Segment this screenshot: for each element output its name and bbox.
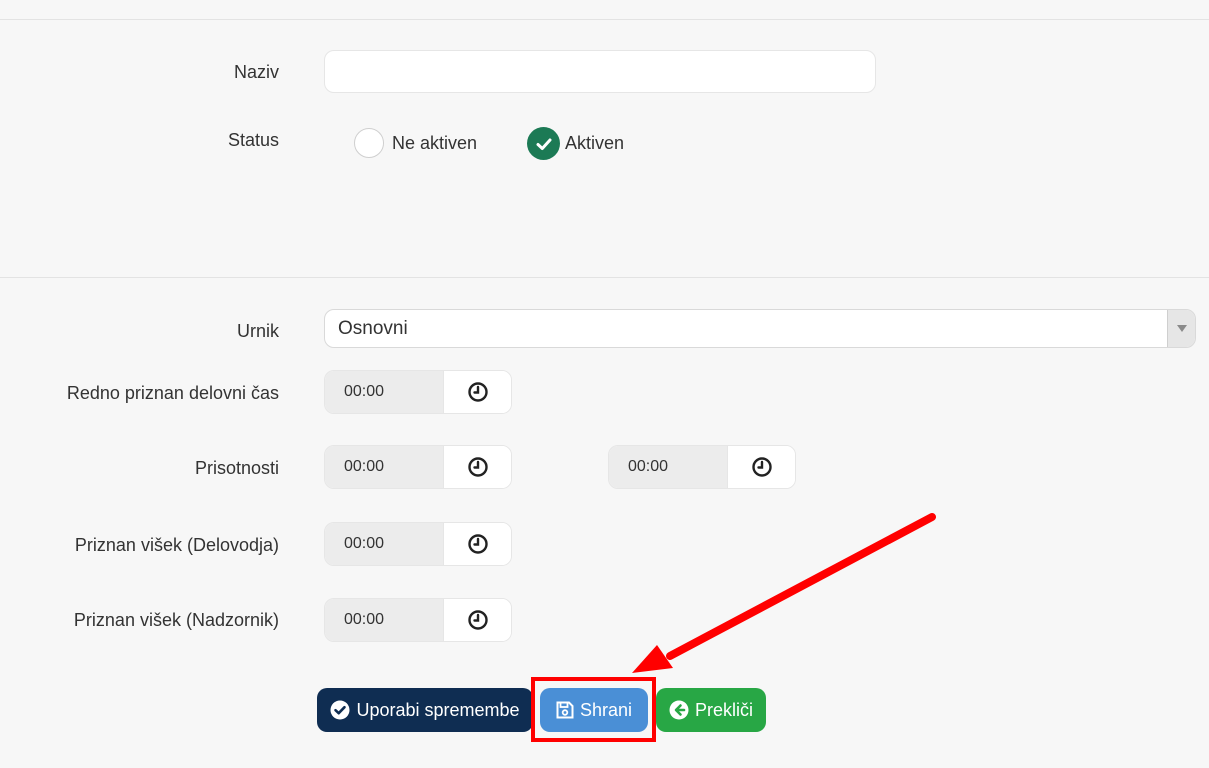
- naziv-label: Naziv: [233, 62, 279, 82]
- status-label: Status: [227, 130, 279, 150]
- prisotnosti-to-input[interactable]: 00:00: [609, 446, 728, 488]
- redno-time-field[interactable]: 00:00: [324, 370, 512, 414]
- check-circle-icon: [330, 700, 350, 720]
- naziv-input[interactable]: [324, 50, 876, 93]
- section-divider: [0, 277, 1209, 278]
- visek-delovodja-field[interactable]: 00:00: [324, 522, 512, 566]
- urnik-label: Urnik: [236, 321, 279, 341]
- arrow-circle-left-icon: [669, 700, 689, 720]
- prisotnosti-from-button[interactable]: [444, 446, 511, 488]
- radio-checked-icon[interactable]: [527, 127, 560, 160]
- select-toggle[interactable]: [1167, 310, 1195, 347]
- caret-down-icon: [1176, 324, 1187, 332]
- visek-delovodja-label: Priznan višek (Delovodja): [74, 535, 279, 555]
- prisotnosti-from-field[interactable]: 00:00: [324, 445, 512, 489]
- clock-icon: [467, 610, 488, 630]
- redno-time-input[interactable]: 00:00: [325, 371, 444, 413]
- top-divider: [0, 19, 1209, 20]
- visek-nadzornik-input[interactable]: 00:00: [325, 599, 444, 641]
- visek-delovodja-button[interactable]: [444, 523, 511, 565]
- redno-time-button[interactable]: [444, 371, 511, 413]
- visek-delovodja-input[interactable]: 00:00: [325, 523, 444, 565]
- urnik-select[interactable]: Osnovni: [324, 309, 1196, 348]
- status-option-inactive[interactable]: Ne aktiven: [354, 128, 477, 158]
- clock-icon: [751, 457, 772, 477]
- cancel-button[interactable]: Prekliči: [656, 688, 766, 732]
- status-option-label: Aktiven: [565, 133, 625, 153]
- prisotnosti-to-field[interactable]: 00:00: [608, 445, 796, 489]
- apply-changes-button[interactable]: Uporabi spremembe: [317, 688, 533, 732]
- status-option-active[interactable]: Aktiven: [527, 127, 624, 160]
- prisotnosti-to-button[interactable]: [728, 446, 795, 488]
- prisotnosti-from-input[interactable]: 00:00: [325, 446, 444, 488]
- clock-icon: [467, 534, 488, 554]
- save-highlight-box: [531, 677, 656, 742]
- radio-unchecked-icon[interactable]: [354, 128, 384, 158]
- redno-label: Redno priznan delovni čas: [66, 383, 279, 403]
- visek-nadzornik-label: Priznan višek (Nadzornik): [73, 610, 279, 630]
- prisotnosti-label: Prisotnosti: [194, 458, 279, 478]
- clock-icon: [467, 382, 488, 402]
- cancel-label: Prekliči: [694, 699, 753, 720]
- clock-icon: [467, 457, 488, 477]
- urnik-selected-value: Osnovni: [338, 318, 408, 339]
- apply-changes-label: Uporabi spremembe: [356, 699, 520, 720]
- visek-nadzornik-field[interactable]: 00:00: [324, 598, 512, 642]
- visek-nadzornik-button[interactable]: [444, 599, 511, 641]
- status-option-label: Ne aktiven: [392, 132, 478, 153]
